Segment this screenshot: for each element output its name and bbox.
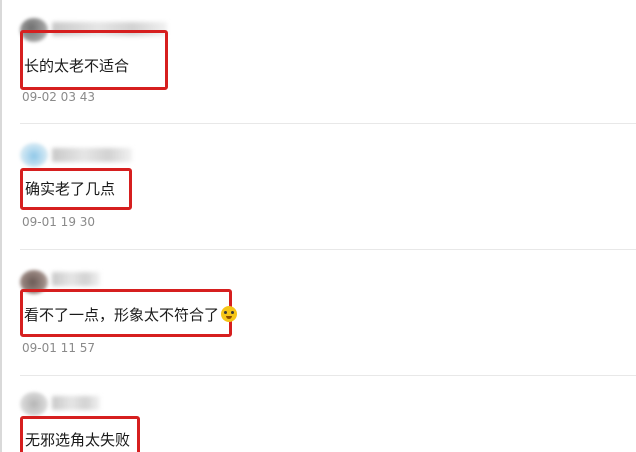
user-avatar[interactable] [20, 392, 48, 416]
comment-text: 长的太老不适合 [24, 57, 130, 75]
comment-timestamp: 09-01 19 30 [22, 215, 96, 229]
comment-timestamp: 09-01 11 57 [22, 341, 96, 355]
laughing-tears-emoji-icon [221, 306, 238, 322]
username-blurred[interactable] [52, 396, 100, 410]
username-blurred[interactable] [52, 148, 132, 162]
comment-text: 看不了一点，形象太不符合了 [24, 305, 238, 325]
username-blurred[interactable] [52, 272, 100, 286]
comment-divider [20, 249, 636, 250]
comment-text: 无邪选角太失败 [25, 431, 131, 449]
comment-timestamp: 09-02 03 43 [22, 90, 96, 104]
comment-text: 确实老了几点 [25, 180, 116, 198]
comment-divider [20, 375, 636, 376]
comment-list: 长的太老不适合 09-02 03 43 确实老了几点 09-01 19 30 看… [0, 0, 636, 452]
comment-text-content: 看不了一点，形象太不符合了 [24, 306, 220, 324]
user-avatar[interactable] [20, 143, 48, 167]
left-border [0, 0, 2, 452]
comment-divider [20, 123, 636, 124]
